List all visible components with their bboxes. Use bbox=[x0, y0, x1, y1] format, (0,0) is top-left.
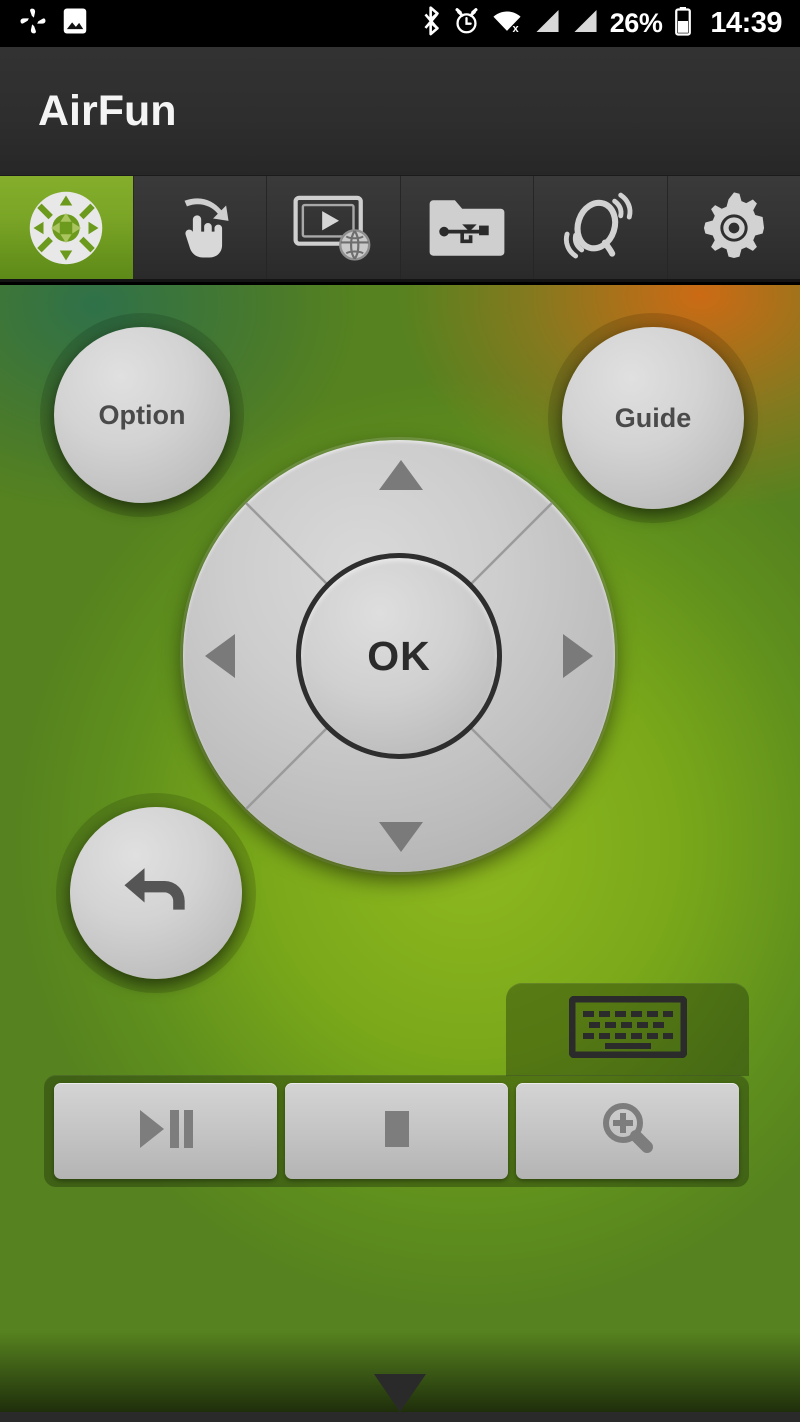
tab-web-video[interactable] bbox=[267, 176, 401, 279]
play-pause-button[interactable] bbox=[54, 1083, 277, 1179]
option-button-label: Option bbox=[98, 399, 186, 430]
dpad-control[interactable]: OK bbox=[183, 440, 615, 872]
battery-icon bbox=[673, 6, 693, 41]
signal-bars-icon-2 bbox=[572, 7, 599, 40]
bluetooth-icon bbox=[422, 6, 442, 41]
play-pause-icon bbox=[134, 1106, 198, 1157]
svg-text:x: x bbox=[512, 23, 519, 35]
zoom-in-icon bbox=[599, 1100, 657, 1163]
arrow-down-icon bbox=[379, 822, 423, 852]
tab-audio[interactable] bbox=[534, 176, 668, 279]
status-bar-right-icons: x 26% 14:39 bbox=[422, 6, 782, 41]
tab-settings[interactable] bbox=[668, 176, 800, 279]
chevron-down-icon[interactable] bbox=[374, 1374, 426, 1412]
dpad-icon bbox=[26, 188, 106, 268]
app-header: AirFun bbox=[0, 47, 800, 176]
gallery-image-icon bbox=[62, 6, 88, 41]
speaker-waves-icon bbox=[563, 189, 637, 267]
usb-folder-icon bbox=[426, 192, 508, 264]
tab-usb-files[interactable] bbox=[401, 176, 534, 279]
stop-icon bbox=[379, 1108, 415, 1155]
tab-bar bbox=[0, 176, 800, 282]
signal-bars-icon bbox=[534, 7, 561, 40]
stop-button[interactable] bbox=[285, 1083, 508, 1179]
status-bar-left-icons bbox=[18, 6, 88, 41]
page-title: AirFun bbox=[38, 86, 177, 135]
arrow-right-icon bbox=[563, 634, 593, 678]
media-controls-panel bbox=[44, 1075, 749, 1187]
keyboard-icon bbox=[568, 995, 687, 1063]
ok-button-label: OK bbox=[367, 632, 431, 679]
wifi-disconnected-icon: x bbox=[491, 7, 523, 40]
guide-button-label: Guide bbox=[614, 402, 692, 433]
alarm-clock-icon bbox=[453, 7, 480, 41]
clock-label: 14:39 bbox=[710, 7, 782, 39]
swipe-hand-icon bbox=[162, 190, 238, 266]
photos-pinwheel-icon bbox=[18, 6, 48, 41]
video-globe-icon bbox=[292, 190, 374, 266]
ok-button[interactable]: OK bbox=[296, 553, 502, 759]
arrow-up-icon bbox=[379, 460, 423, 490]
gear-icon bbox=[696, 190, 772, 266]
battery-percent-label: 26% bbox=[609, 8, 663, 38]
tab-dpad[interactable] bbox=[0, 176, 134, 279]
bottom-bar bbox=[0, 1412, 800, 1422]
app-screen: x 26% 14:39 AirFun Option Guide OK bbox=[0, 0, 800, 1422]
tab-touchpad[interactable] bbox=[134, 176, 267, 279]
arrow-left-icon bbox=[205, 634, 235, 678]
status-bar: x 26% 14:39 bbox=[0, 0, 800, 47]
keyboard-toggle-button[interactable] bbox=[506, 983, 749, 1076]
remote-control-panel: Option Guide OK bbox=[0, 285, 800, 1422]
zoom-in-button[interactable] bbox=[516, 1083, 739, 1179]
